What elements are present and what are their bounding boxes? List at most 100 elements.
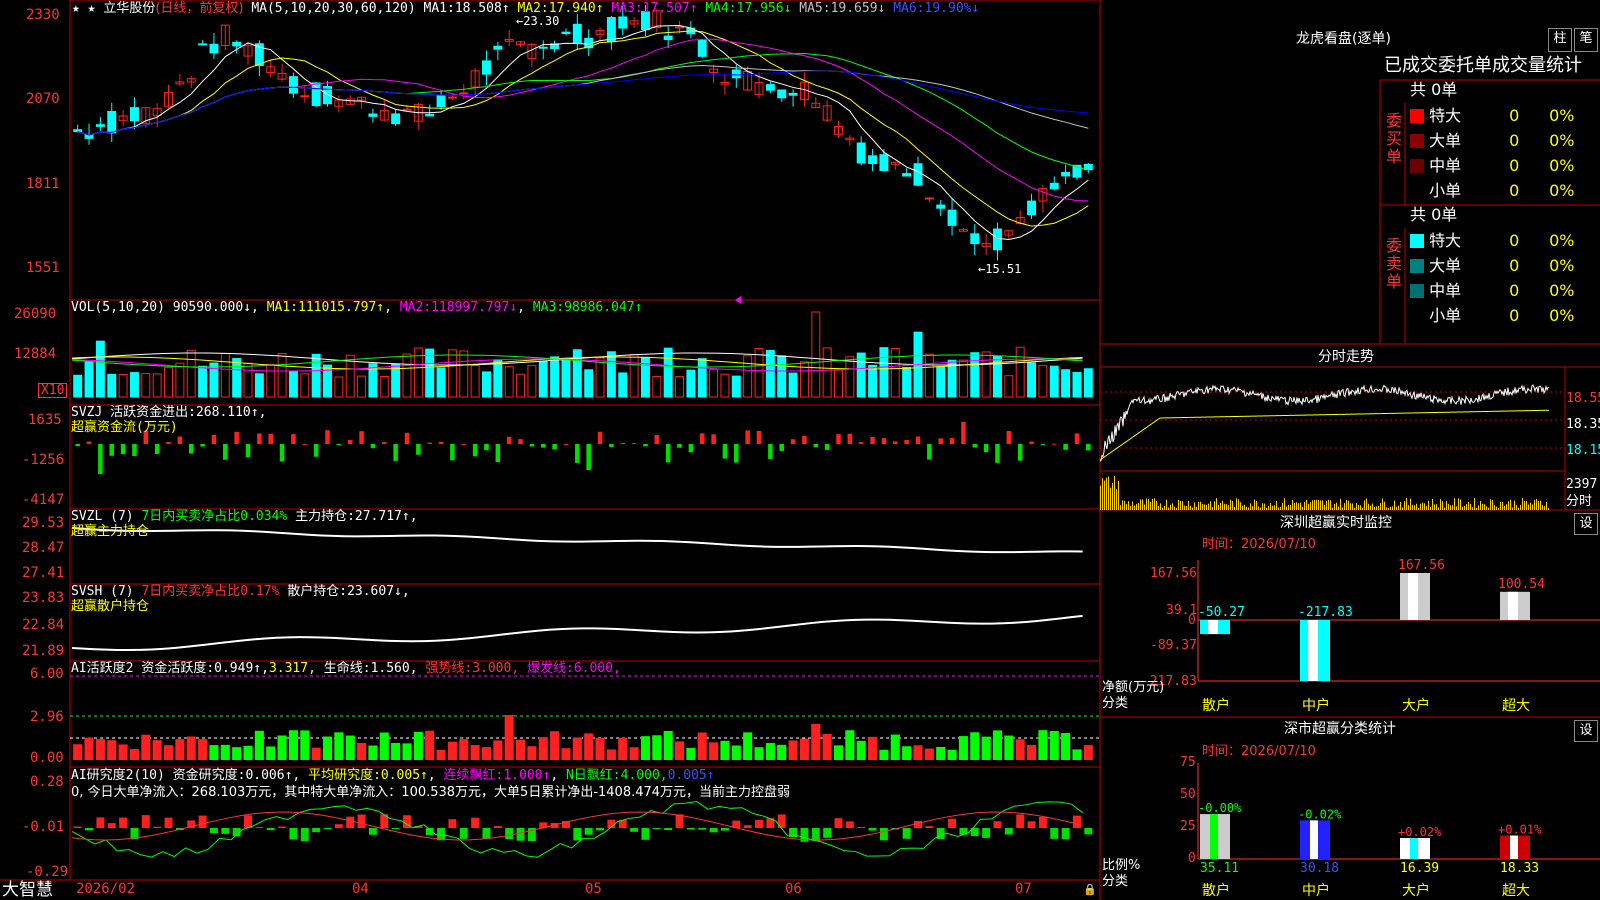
volume-bar [175, 362, 185, 398]
candle-body [311, 82, 321, 107]
intraday-vol-bar [1444, 507, 1445, 510]
class-bar-4: +0.01% 18.33 超大 [1498, 823, 1542, 899]
activity-bar [266, 746, 276, 760]
intraday-vol-bar [1140, 499, 1141, 510]
fund-flow-bar [1063, 444, 1068, 450]
fund-flow-bar [631, 443, 637, 445]
intraday-vol-bar [1298, 503, 1299, 510]
monitor-bar-4: 100.54 超大 [1498, 577, 1545, 714]
candle-body [288, 76, 298, 94]
fund-flow-bar [734, 444, 739, 463]
vol-tick-1: 26090 [14, 306, 57, 322]
intraday-vol-bar [1336, 502, 1337, 510]
buy-color-swatch [1410, 109, 1424, 123]
buy-row-2: 大单 0 0% [1410, 132, 1600, 150]
vol-unit-badge[interactable]: X10 [38, 383, 68, 398]
intraday-vol-bar [1340, 498, 1341, 510]
intraday-vol-bar [1418, 507, 1419, 510]
sz-class-settings-button[interactable]: 设 [1574, 720, 1598, 742]
intraday-vol-bar [1518, 507, 1519, 510]
activity-bar [538, 737, 548, 760]
class-bar-1: -0.00% 35.11 散户 [1198, 801, 1242, 899]
intraday-vol-bar [1220, 502, 1221, 510]
activity-bar [958, 736, 968, 760]
buy-row-3: 中单 0 0% [1410, 157, 1600, 175]
fund-flow-bar [927, 444, 932, 460]
fund-flow-bar [1029, 441, 1034, 444]
research-bar [459, 828, 468, 839]
intraday-vol-bar [1510, 499, 1511, 510]
buy-color-swatch [1410, 134, 1424, 148]
intraday-volume [1100, 476, 1549, 510]
intraday-vol-bar [1434, 504, 1435, 510]
research-bar [936, 828, 945, 840]
sell-row-name: 大单 [1429, 256, 1462, 275]
buy-row-value: 0 [1509, 181, 1520, 200]
intraday-vol-bar [1322, 500, 1323, 510]
intraday-vol-bar [1132, 501, 1133, 510]
research-bar [823, 828, 832, 838]
research-bar [755, 819, 763, 828]
candle-body [425, 113, 435, 117]
ma6-name: MA6: [893, 1, 925, 16]
volume-bar [357, 375, 367, 398]
research-bar [1084, 828, 1093, 835]
candle-body [198, 43, 208, 46]
intraday-vol-bar [1348, 500, 1349, 510]
stock-name[interactable]: 立华股份 [103, 1, 155, 16]
fund-flow-bar [1006, 430, 1012, 444]
intraday-vol-bar [1164, 506, 1165, 510]
volume-bar [731, 375, 741, 398]
buy-row-pct: 0% [1549, 156, 1575, 175]
intraday-vol-bar [1248, 507, 1249, 510]
intraday-vol-bar [1154, 498, 1155, 510]
price-tick-2: 2070 [26, 91, 60, 107]
fund-flow-bar [268, 433, 273, 444]
activity-bar [1027, 744, 1037, 760]
lock-icon[interactable]: 🔒 [1083, 882, 1097, 897]
activity-bar [663, 730, 673, 760]
activity-bar [186, 736, 196, 760]
activity-bar [198, 739, 208, 760]
intraday-vol-bar [1338, 506, 1339, 510]
kline-chart-area[interactable]: -50.27 散户 -217.83 中户 167.56 大户 100.54 超大 -0.00% 3… [0, 0, 1600, 900]
intraday-vol-bar [1382, 498, 1383, 510]
fund-flow-bar [427, 442, 432, 444]
research-bar [925, 826, 934, 828]
brand-logo[interactable]: 大智慧 [2, 880, 53, 900]
intraday-vol-bar [1272, 505, 1273, 510]
intraday-vol-bar [1404, 501, 1405, 510]
ai1-a-value: 0.949↑ [214, 661, 262, 676]
sell-row-value: 0 [1509, 231, 1520, 250]
intraday-tick-3: 18.15 [1566, 443, 1600, 458]
buy-row-name: 中单 [1429, 156, 1462, 175]
monitor-bar-highlight [1408, 573, 1418, 620]
period-label[interactable]: (日线，前复权) [155, 1, 243, 16]
svsh-header: SVSH (7) 7日内买卖净占比0.17% 散户持仓:23.607↓, [71, 584, 410, 599]
intraday-vol-bar [1538, 500, 1539, 510]
intraday-vol-bar [1456, 506, 1457, 510]
intraday-vol-bar [1130, 506, 1131, 510]
tab-bar-mode[interactable]: 柱 [1548, 28, 1572, 52]
intraday-vol-bar [1142, 499, 1143, 510]
sz-monitor-settings-button[interactable]: 设 [1574, 513, 1598, 535]
intraday-vol-bar [1114, 476, 1115, 510]
class-bar-highlight [1510, 835, 1518, 859]
activity-bar [1004, 735, 1014, 760]
fund-flow-bar [98, 444, 103, 474]
intraday-vol-bar [1292, 499, 1293, 510]
vol-ma2-name: MA2: [399, 300, 432, 315]
ma6-value: 19.90%↓ [924, 1, 980, 16]
volume-bar [1072, 372, 1082, 398]
candle-body [879, 154, 889, 171]
intraday-vol-bar [1258, 506, 1259, 510]
intraday-vol-bar [1530, 502, 1531, 510]
volume-bar [777, 355, 787, 398]
research-bar [857, 826, 866, 828]
intraday-vol-bar [1138, 502, 1139, 510]
intraday-vol-bar [1450, 505, 1451, 510]
volume-bar [618, 372, 628, 398]
fund-flow-bar [529, 444, 535, 447]
research-bar [278, 826, 287, 828]
tab-tick-mode[interactable]: 笔 [1574, 28, 1598, 52]
